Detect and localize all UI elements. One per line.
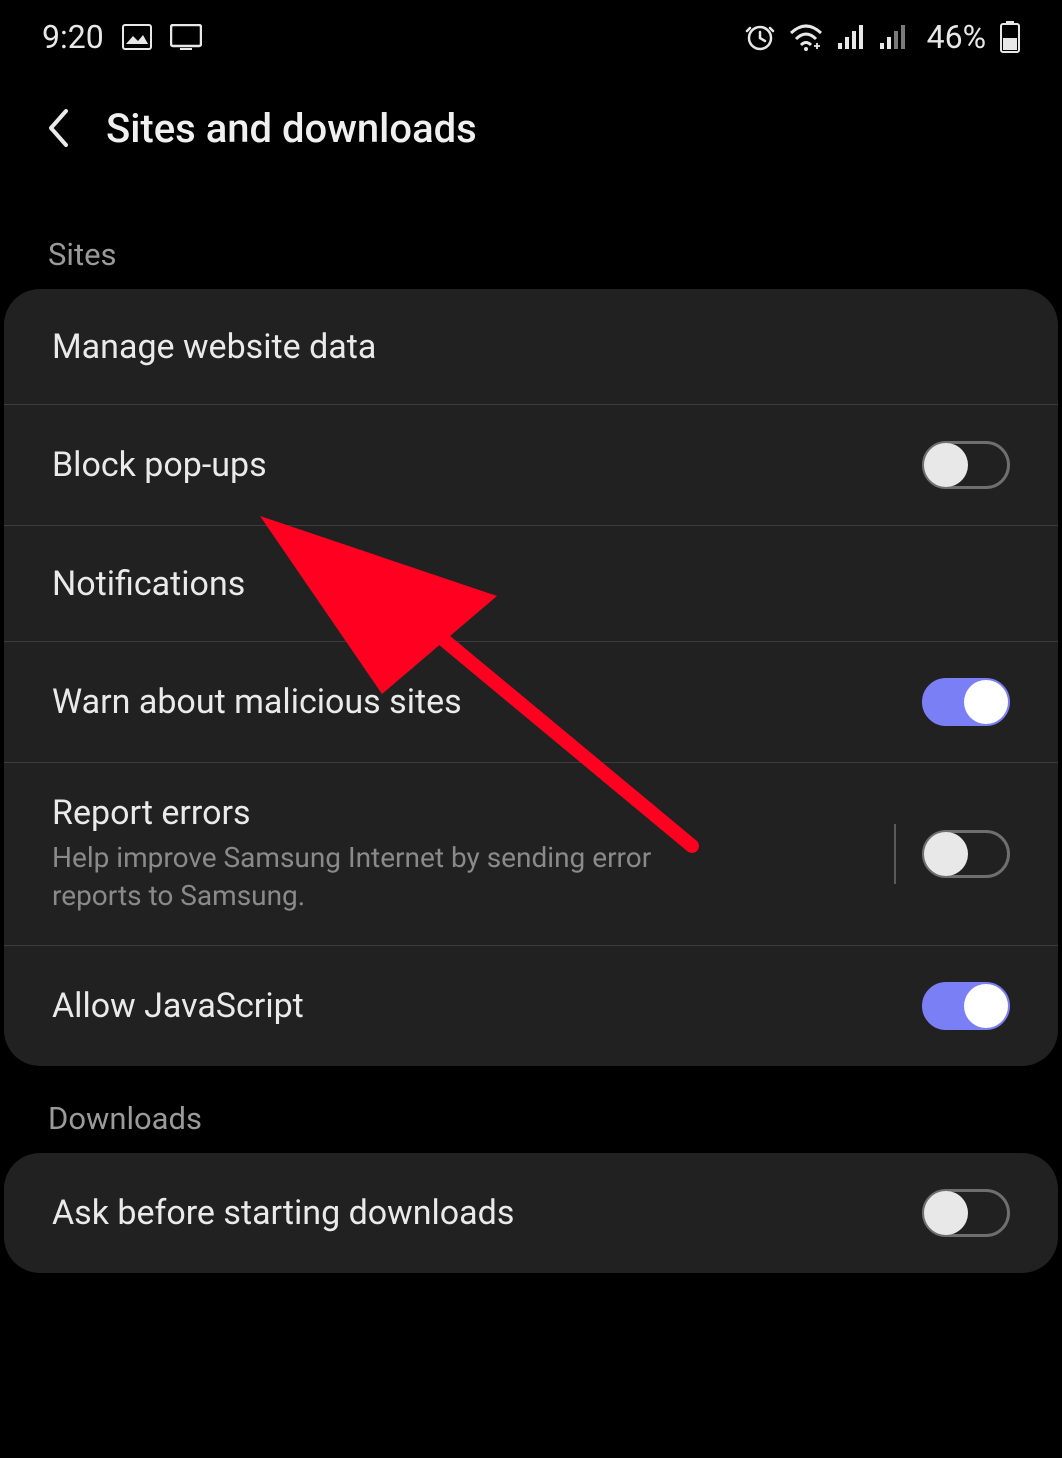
downloads-card: Ask before starting downloads bbox=[4, 1153, 1058, 1273]
row-notifications[interactable]: Notifications bbox=[4, 526, 1058, 642]
allow-javascript-label: Allow JavaScript bbox=[52, 986, 922, 1026]
battery-icon bbox=[1000, 21, 1020, 53]
page-header: Sites and downloads bbox=[0, 74, 1062, 202]
status-right: 46% bbox=[745, 18, 1020, 56]
page-title: Sites and downloads bbox=[106, 105, 477, 152]
warn-malicious-label: Warn about malicious sites bbox=[52, 682, 922, 722]
sites-card: Manage website data Block pop-ups Notifi… bbox=[4, 289, 1058, 1066]
report-errors-toggle[interactable] bbox=[922, 830, 1010, 878]
signal-2-icon bbox=[879, 25, 907, 49]
row-warn-malicious[interactable]: Warn about malicious sites bbox=[4, 642, 1058, 763]
divider-vertical bbox=[894, 824, 896, 884]
row-block-popups[interactable]: Block pop-ups bbox=[4, 405, 1058, 526]
block-popups-toggle[interactable] bbox=[922, 441, 1010, 489]
ask-before-downloads-label: Ask before starting downloads bbox=[52, 1193, 922, 1233]
notifications-label: Notifications bbox=[52, 564, 1010, 604]
status-time: 9:20 bbox=[42, 18, 104, 56]
warn-malicious-toggle[interactable] bbox=[922, 678, 1010, 726]
report-errors-label: Report errors bbox=[52, 793, 894, 833]
section-label-downloads: Downloads bbox=[0, 1066, 1062, 1153]
status-left: 9:20 bbox=[42, 18, 202, 56]
row-allow-javascript[interactable]: Allow JavaScript bbox=[4, 946, 1058, 1066]
cast-icon bbox=[170, 24, 202, 50]
battery-percent: 46% bbox=[927, 18, 986, 56]
status-bar: 9:20 46% bbox=[0, 0, 1062, 74]
manage-website-data-label: Manage website data bbox=[52, 327, 1010, 367]
row-report-errors[interactable]: Report errors Help improve Samsung Inter… bbox=[4, 763, 1058, 946]
allow-javascript-toggle[interactable] bbox=[922, 982, 1010, 1030]
row-manage-website-data[interactable]: Manage website data bbox=[4, 289, 1058, 405]
wifi-icon bbox=[789, 23, 823, 51]
report-errors-sub: Help improve Samsung Internet by sending… bbox=[52, 839, 692, 915]
section-label-sites: Sites bbox=[0, 202, 1062, 289]
signal-1-icon bbox=[837, 25, 865, 49]
image-icon bbox=[122, 24, 152, 50]
ask-before-downloads-toggle[interactable] bbox=[922, 1189, 1010, 1237]
row-ask-before-downloads[interactable]: Ask before starting downloads bbox=[4, 1153, 1058, 1273]
alarm-icon bbox=[745, 22, 775, 52]
back-button[interactable] bbox=[44, 104, 72, 152]
block-popups-label: Block pop-ups bbox=[52, 445, 922, 485]
